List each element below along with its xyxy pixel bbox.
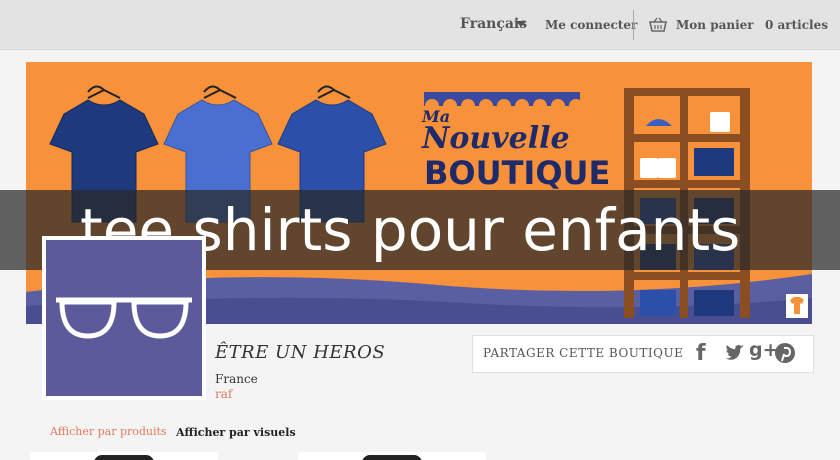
product-thumbnail	[94, 455, 154, 460]
avatar-image	[46, 240, 202, 396]
product-card[interactable]	[298, 452, 486, 460]
chevron-down-icon[interactable]	[516, 21, 526, 27]
pinterest-icon[interactable]	[774, 342, 796, 364]
basket-icon[interactable]	[649, 17, 667, 33]
banner-title-line: Nouvelle	[421, 121, 570, 156]
facebook-icon[interactable]: f	[696, 341, 706, 366]
product-card[interactable]	[30, 452, 218, 460]
share-box: PARTAGER CETTE BOUTIQUE f g+	[472, 335, 814, 373]
glasses-icon	[56, 297, 192, 339]
banner-title-line: Ma	[421, 107, 450, 126]
banner-title-line: BOUTIQUE	[424, 154, 610, 192]
cart-count[interactable]: 0 articles	[765, 18, 828, 32]
divider	[633, 10, 634, 40]
view-by-visuals-link[interactable]: Afficher par visuels	[176, 426, 296, 439]
share-label: PARTAGER CETTE BOUTIQUE	[483, 346, 684, 360]
product-thumbnail	[362, 455, 422, 460]
shop-name: ÊTRE UN HEROS	[215, 342, 386, 363]
shop-info: ÊTRE UN HEROS France raf	[215, 342, 386, 401]
twitter-icon[interactable]	[722, 341, 746, 365]
shop-owner-link[interactable]: raf	[215, 387, 232, 401]
login-link[interactable]: Me connecter	[545, 18, 637, 32]
view-by-products-link[interactable]: Afficher par produits	[50, 425, 167, 438]
cart-link[interactable]: Mon panier	[676, 18, 754, 32]
shop-country: France	[215, 372, 258, 386]
shop-avatar[interactable]	[42, 236, 206, 400]
top-navigation-bar: Français Me connecter Mon panier 0 artic…	[0, 0, 840, 50]
